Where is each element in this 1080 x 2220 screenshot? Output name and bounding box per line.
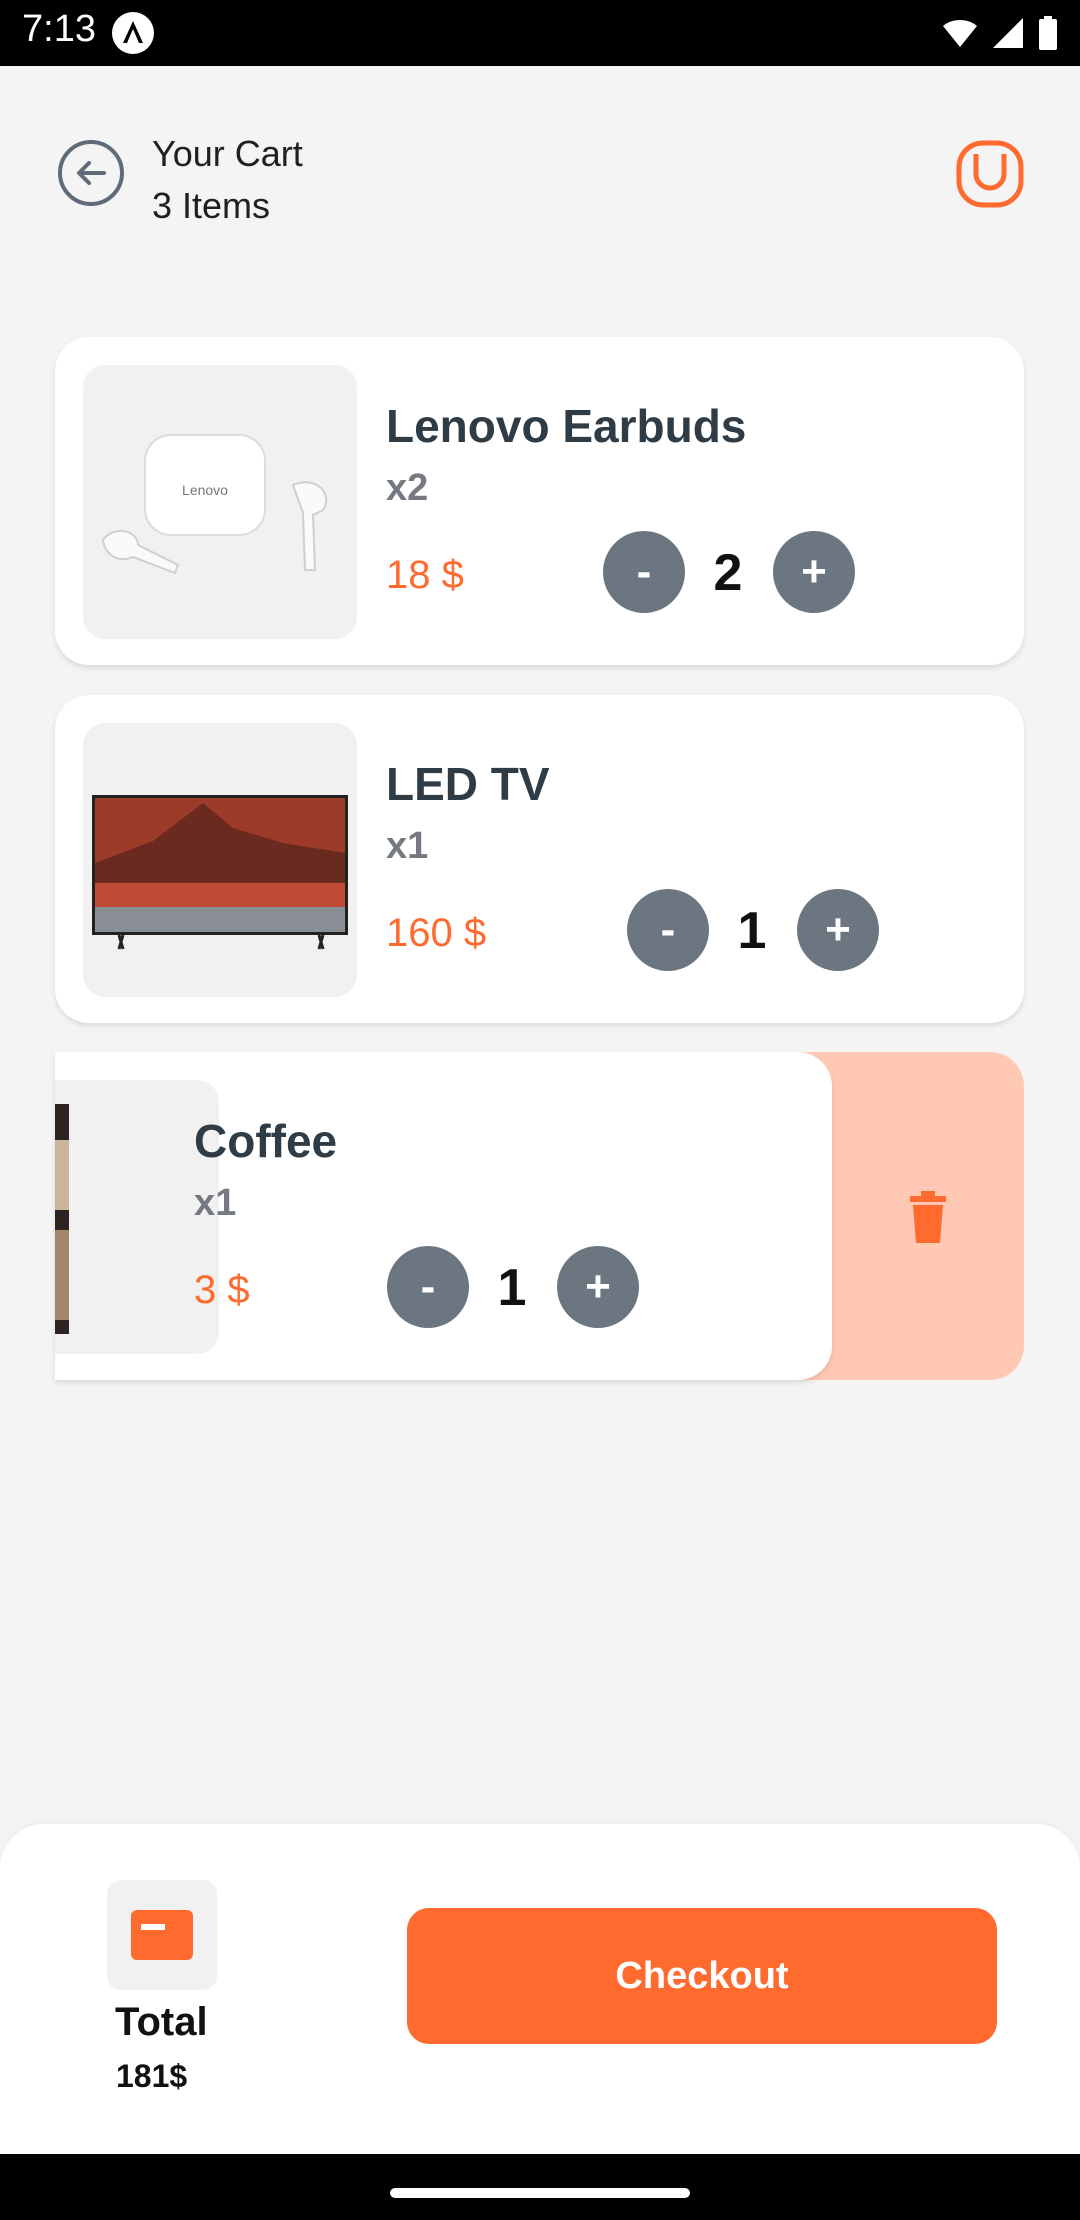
app-notification-icon [112,12,154,54]
item-count: 3 Items [152,185,271,226]
increase-button[interactable]: + [773,531,855,613]
increase-button[interactable]: + [797,889,879,971]
signal-icon [993,18,1023,48]
arrow-left-icon [77,161,106,185]
page-title: Your Cart [152,133,303,174]
decrease-button[interactable]: - [627,889,709,971]
product-price: 160 $ [386,911,487,955]
product-image: Lenovo [83,365,357,639]
total-label: Total [115,2000,208,2044]
decrease-button[interactable]: - [387,1246,469,1328]
credit-card-icon [131,1910,193,1960]
svg-text:Lenovo: Lenovo [182,482,228,498]
product-qty-label: x1 [194,1182,237,1224]
payment-card-icon-box [107,1880,217,1990]
navigation-bar [0,2154,1080,2220]
status-time: 7:13 [22,8,96,50]
home-gesture-handle[interactable] [390,2188,690,2198]
product-name: Coffee [194,1115,338,1167]
decrease-button[interactable]: - [603,531,685,613]
increase-button[interactable]: + [557,1246,639,1328]
brand-logo-icon [956,140,1024,208]
product-name: LED TV [386,758,550,810]
quantity-value: 2 [713,544,743,602]
quantity-value: 1 [737,902,767,960]
trash-icon[interactable] [906,1190,950,1244]
cart-header: Your Cart 3 Items [152,128,303,232]
product-qty-label: x1 [386,825,429,867]
wifi-icon [943,20,977,47]
battery-icon [1039,16,1057,50]
product-qty-label: x2 [386,467,429,509]
quantity-value: 1 [497,1259,527,1317]
system-icons [942,14,1058,52]
product-price: 18 $ [386,553,464,597]
status-bar: 7:13 [0,0,1080,66]
product-name: Lenovo Earbuds [386,400,747,452]
cart-item[interactable]: Coffee x1 3 $ - 1 + [55,1052,832,1380]
product-image [83,723,357,997]
cart-item[interactable]: LED TV x1 160 $ - 1 + [55,695,1024,1023]
checkout-button[interactable]: Checkout [407,1908,997,2044]
total-value: 181$ [116,2058,188,2094]
product-price: 3 $ [194,1268,250,1312]
back-button[interactable] [58,140,124,206]
cart-item[interactable]: Lenovo Lenovo Earbuds x2 18 $ - 2 + [55,337,1024,665]
